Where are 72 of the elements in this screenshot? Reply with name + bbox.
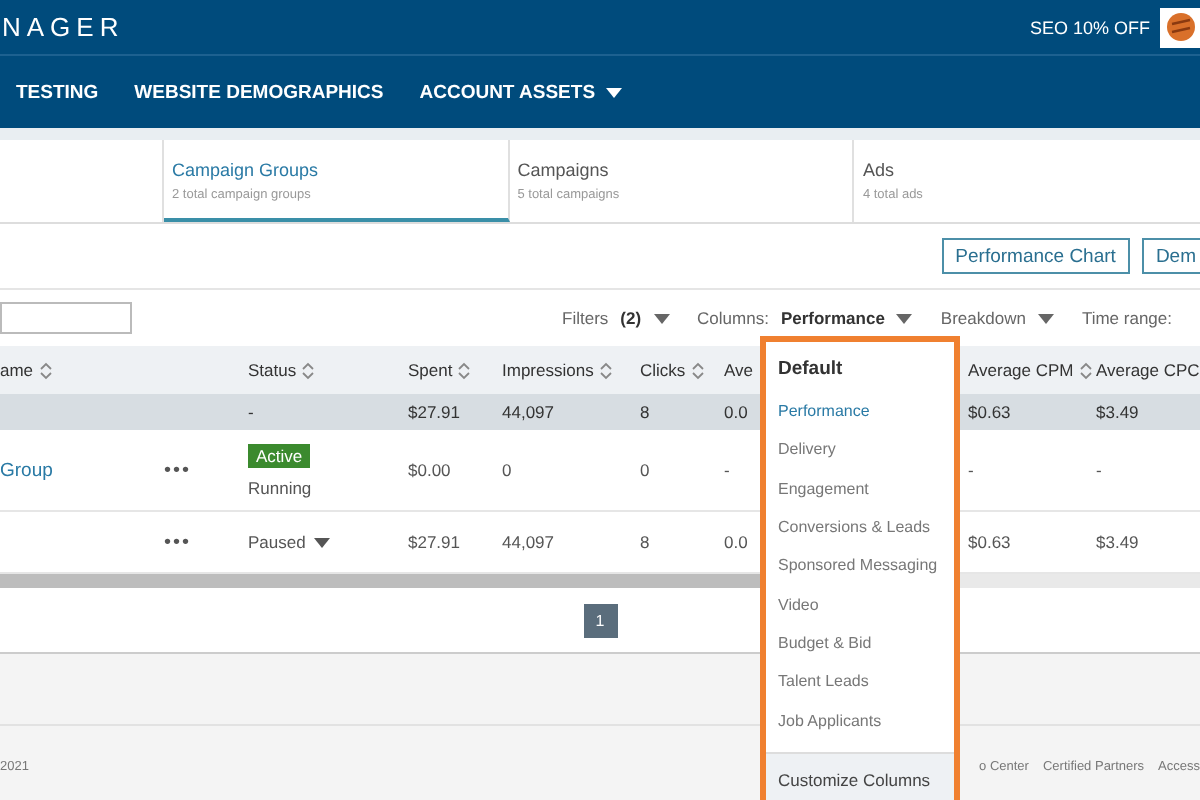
page-button[interactable]: 1 — [583, 603, 617, 637]
menu-item[interactable]: Performance — [766, 392, 954, 431]
tab-title: Campaign Groups — [172, 160, 321, 180]
table-cell: 0.0 — [724, 402, 748, 422]
sort-icon[interactable] — [458, 361, 471, 379]
table-cell: $3.49 — [1096, 532, 1139, 552]
menu-item[interactable]: Delivery — [766, 430, 954, 470]
menu-item[interactable]: Conversions & Leads — [766, 507, 954, 547]
sort-icon[interactable] — [39, 361, 52, 379]
table-cell: $27.91 — [408, 402, 460, 422]
column-header: Impressions — [502, 360, 594, 380]
status-dropdown[interactable]: Paused — [248, 532, 330, 552]
table-cell: $0.63 — [968, 532, 1011, 552]
action-button[interactable]: Dem — [1141, 238, 1200, 274]
campaign-group-link[interactable]: Group — [0, 459, 53, 481]
avatar[interactable] — [1160, 7, 1200, 47]
sort-icon[interactable] — [1079, 361, 1092, 379]
filters-dropdown[interactable]: Filters (2) — [562, 308, 670, 328]
menu-item[interactable]: Job Applicants — [766, 701, 954, 740]
table-cell: 0.0 — [724, 532, 748, 552]
brand-name: NAGER — [0, 12, 125, 42]
menu-heading: Default — [776, 358, 845, 384]
table-cell: 0 — [502, 460, 512, 480]
column-header: Status — [248, 360, 297, 380]
table-cell: 0 — [640, 460, 650, 480]
nav-item[interactable]: TESTING — [16, 81, 99, 103]
table-cell: 8 — [640, 402, 650, 422]
table-cell: - — [1096, 460, 1102, 480]
table-cell: - — [724, 460, 730, 480]
menu-item[interactable]: Sponsored Messaging — [766, 546, 954, 586]
column-header: Average CPC — [1096, 360, 1200, 380]
breakdown-dropdown[interactable]: Breakdown — [940, 308, 1054, 328]
column-header: Ave — [724, 360, 753, 380]
table-cell: 8 — [640, 532, 650, 552]
sort-icon[interactable] — [599, 361, 612, 379]
time-range-label: Time range: — [1081, 308, 1172, 328]
more-menu-button[interactable]: ••• — [164, 459, 192, 481]
nav-item[interactable]: WEBSITE DEMOGRAPHICS — [134, 81, 384, 103]
caret-icon — [653, 313, 670, 323]
column-header: ame — [0, 360, 34, 380]
table-cell: $27.91 — [408, 532, 460, 552]
more-menu-button[interactable]: ••• — [164, 531, 192, 553]
tab-title: Campaigns — [517, 160, 611, 180]
table-cell: 44,097 — [502, 532, 554, 552]
table-cell: $0.63 — [968, 402, 1011, 422]
menu-item[interactable]: Budget & Bid — [766, 623, 954, 663]
status-badge: Active — [248, 443, 311, 467]
sort-icon[interactable] — [302, 361, 315, 379]
tab-title: Ads — [862, 160, 896, 180]
status-text: Running — [248, 477, 312, 497]
caret-icon — [1037, 313, 1054, 323]
column-header: Spent — [408, 360, 453, 380]
column-header: Clicks — [640, 360, 686, 380]
action-button[interactable]: Performance Chart — [941, 238, 1130, 274]
menu-item[interactable]: Video — [766, 585, 954, 624]
column-header: Average CPM — [968, 360, 1074, 380]
menu-item[interactable]: Talent Leads — [766, 662, 954, 702]
table-cell: - — [968, 460, 974, 480]
nav-item[interactable]: ACCOUNT ASSETS — [419, 81, 622, 103]
menu-item[interactable]: Engagement — [766, 469, 954, 508]
table-cell: - — [248, 402, 254, 422]
table-cell: 44,097 — [502, 402, 554, 422]
search-field[interactable] — [0, 302, 132, 334]
table-cell: $3.49 — [1096, 402, 1139, 422]
scrollbar-thumb[interactable] — [0, 574, 760, 588]
customize-columns-button[interactable]: Customize Columns — [766, 751, 954, 800]
caret-icon — [896, 313, 913, 323]
columns-dropdown[interactable]: Columns: Performance — [697, 308, 913, 328]
avatar-icon — [1165, 12, 1195, 42]
sort-icon[interactable] — [691, 361, 704, 379]
promo-text: SEO 10% OFF — [1029, 17, 1150, 37]
table-cell: $0.00 — [408, 460, 451, 480]
